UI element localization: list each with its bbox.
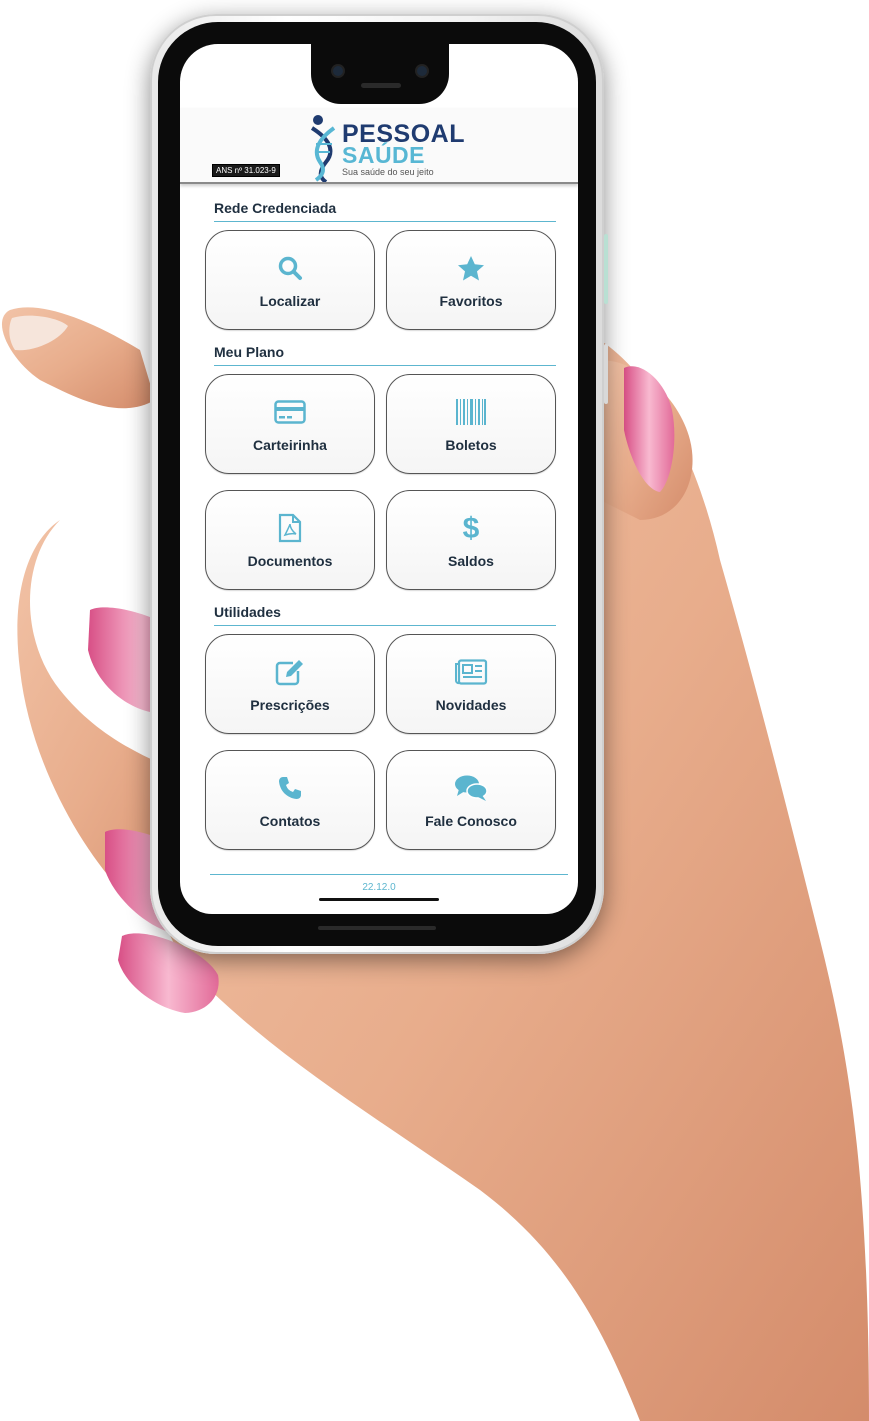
footer-divider bbox=[210, 874, 568, 875]
ans-registration-badge: ANS nº 31.023-9 bbox=[212, 164, 280, 177]
contatos-button[interactable]: Contatos bbox=[205, 750, 375, 850]
phone-icon bbox=[279, 777, 301, 799]
boletos-button[interactable]: Boletos bbox=[386, 374, 556, 474]
saldos-button[interactable]: $ Saldos bbox=[386, 490, 556, 590]
volume-button bbox=[604, 344, 608, 404]
favoritos-label: Favoritos bbox=[439, 293, 503, 309]
bottom-speaker bbox=[318, 926, 436, 930]
front-camera-icon bbox=[333, 66, 343, 76]
section-title-rede-credenciada: Rede Credenciada bbox=[214, 200, 556, 222]
fale-conosco-label: Fale Conosco bbox=[425, 813, 517, 829]
phone-bezel: PESSOAL SAÚDE Sua saúde do seu jeito ANS… bbox=[158, 22, 596, 946]
search-icon bbox=[278, 256, 302, 280]
edit-icon bbox=[275, 660, 303, 686]
credit-card-icon bbox=[274, 400, 306, 424]
localizar-button[interactable]: Localizar bbox=[205, 230, 375, 330]
fale-conosco-button[interactable]: Fale Conosco bbox=[386, 750, 556, 850]
star-icon bbox=[458, 256, 484, 281]
barcode-icon bbox=[456, 399, 486, 425]
camera-notch bbox=[311, 44, 449, 104]
svg-text:$: $ bbox=[463, 512, 480, 544]
saldos-label: Saldos bbox=[448, 553, 494, 569]
documentos-button[interactable]: Documentos bbox=[205, 490, 375, 590]
newspaper-icon bbox=[455, 659, 488, 685]
app-version: 22.12.0 bbox=[362, 882, 396, 893]
brand-name-line2: SAÚDE bbox=[342, 142, 426, 168]
earpiece-speaker bbox=[361, 83, 401, 88]
phone-frame: PESSOAL SAÚDE Sua saúde do seu jeito ANS… bbox=[150, 14, 608, 954]
app-screen: PESSOAL SAÚDE Sua saúde do seu jeito ANS… bbox=[180, 44, 578, 914]
carteirinha-button[interactable]: Carteirinha bbox=[205, 374, 375, 474]
app-header: PESSOAL SAÚDE Sua saúde do seu jeito ANS… bbox=[180, 108, 578, 184]
carteirinha-label: Carteirinha bbox=[253, 437, 327, 453]
home-indicator[interactable] bbox=[319, 898, 439, 901]
chat-icon bbox=[455, 775, 488, 801]
power-button bbox=[604, 234, 608, 304]
dna-logo-icon bbox=[310, 115, 336, 182]
novidades-label: Novidades bbox=[435, 697, 507, 713]
dollar-icon: $ bbox=[463, 512, 480, 544]
localizar-label: Localizar bbox=[259, 293, 321, 309]
brand-tagline: Sua saúde do seu jeito bbox=[342, 167, 434, 177]
prescricoes-label: Prescrições bbox=[250, 697, 330, 713]
boletos-label: Boletos bbox=[445, 437, 497, 453]
favoritos-button[interactable]: Favoritos bbox=[386, 230, 556, 330]
documentos-label: Documentos bbox=[247, 553, 333, 569]
section-title-meu-plano: Meu Plano bbox=[214, 344, 556, 366]
pdf-file-icon bbox=[278, 513, 302, 543]
prescricoes-button[interactable]: Prescrições bbox=[205, 634, 375, 734]
front-camera-icon bbox=[417, 66, 427, 76]
novidades-button[interactable]: Novidades bbox=[386, 634, 556, 734]
contatos-label: Contatos bbox=[259, 813, 321, 829]
section-title-utilidades: Utilidades bbox=[214, 604, 556, 626]
